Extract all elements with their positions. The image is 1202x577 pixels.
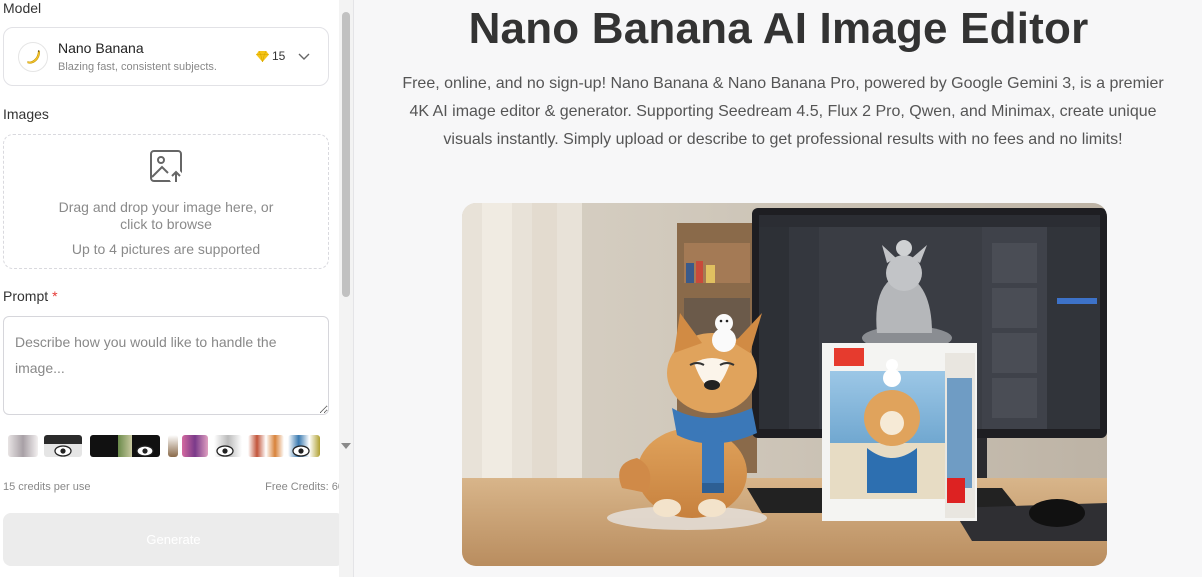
generate-button[interactable]: Generate <box>3 513 344 566</box>
dropzone-text-line2: click to browse <box>120 216 212 232</box>
example-thumb[interactable] <box>182 435 208 457</box>
hero-image <box>462 203 1107 566</box>
images-label: Images <box>3 106 49 122</box>
prompt-label: Prompt * <box>3 288 58 304</box>
model-subtitle: Blazing fast, consistent subjects. <box>58 61 217 73</box>
model-credits: 15 <box>256 49 285 63</box>
credits-per-use: 15 credits per use <box>3 481 91 493</box>
free-credits: Free Credits: 60 <box>265 481 344 493</box>
eye-icon[interactable] <box>216 445 234 457</box>
credits-info: 15 credits per use Free Credits: 60 <box>3 481 344 493</box>
prompt-input[interactable] <box>3 316 329 415</box>
eye-icon[interactable] <box>136 445 154 457</box>
example-thumb[interactable] <box>8 435 38 457</box>
dropzone-text-line1: Drag and drop your image here, or <box>58 199 274 215</box>
eye-icon[interactable] <box>54 445 72 457</box>
example-thumbnails <box>8 435 328 459</box>
eye-icon[interactable] <box>292 445 310 457</box>
hero-section: Nano Banana AI Image Editor Free, online… <box>355 0 1202 577</box>
example-thumb[interactable] <box>168 435 178 457</box>
model-credit-cost: 15 <box>272 49 286 63</box>
image-dropzone[interactable]: Drag and drop your image here, or click … <box>3 134 329 269</box>
scroll-down-arrow[interactable] <box>341 443 351 449</box>
image-upload-icon <box>150 150 183 184</box>
generator-panel: Model Nano Banana Blazing fast, consiste… <box>0 0 354 577</box>
example-thumb[interactable] <box>248 435 284 457</box>
model-name: Nano Banana <box>58 40 144 56</box>
dropzone-limit-text: Up to 4 pictures are supported <box>71 241 261 257</box>
model-label: Model <box>3 0 42 16</box>
page-title: Nano Banana AI Image Editor <box>468 4 1089 53</box>
scrollbar-thumb[interactable] <box>342 12 350 297</box>
model-selector[interactable]: Nano Banana Blazing fast, consistent sub… <box>3 27 329 86</box>
gem-icon <box>256 50 269 62</box>
required-marker: * <box>52 288 58 304</box>
chevron-down-icon <box>298 53 310 60</box>
prompt-label-text: Prompt <box>3 288 49 304</box>
hero-description: Free, online, and no sign-up! Nano Banan… <box>402 75 1164 148</box>
banana-icon <box>18 42 48 72</box>
